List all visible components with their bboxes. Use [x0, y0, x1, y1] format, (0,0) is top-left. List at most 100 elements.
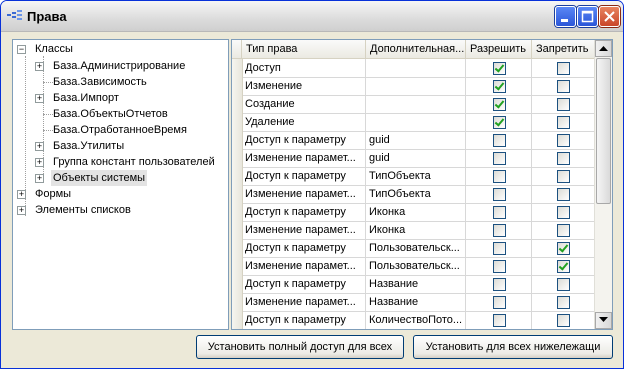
allow-checkbox[interactable]: [493, 206, 506, 219]
column-header-deny[interactable]: Запретить: [532, 40, 595, 58]
table-row[interactable]: Доступ к параметру Пользовательск...: [232, 239, 595, 258]
cell-extra-info: Название: [366, 293, 466, 311]
cell-deny: [532, 257, 595, 275]
tree-item-label: База.Зависимость: [53, 76, 147, 88]
table-row[interactable]: Доступ к параметру ТипОбъекта: [232, 167, 595, 186]
deny-checkbox[interactable]: [557, 170, 570, 183]
tree-item-label: База.Импорт: [53, 92, 119, 104]
cell-right-type: Изменение парамет...: [242, 257, 366, 275]
set-below-button[interactable]: Установить для всех нижележащи: [413, 335, 613, 359]
allow-checkbox[interactable]: [493, 260, 506, 273]
expand-icon[interactable]: +: [17, 206, 26, 215]
cell-allow: [466, 221, 532, 239]
cell-allow: [466, 59, 532, 77]
allow-checkbox[interactable]: [493, 134, 506, 147]
cell-allow: [466, 257, 532, 275]
deny-checkbox[interactable]: [557, 80, 570, 93]
allow-checkbox[interactable]: [493, 170, 506, 183]
expand-icon[interactable]: +: [35, 174, 44, 183]
expand-icon[interactable]: +: [35, 158, 44, 167]
scroll-up-button[interactable]: [595, 40, 612, 57]
allow-checkbox[interactable]: [493, 116, 506, 129]
deny-checkbox[interactable]: [557, 278, 570, 291]
allow-checkbox[interactable]: [493, 314, 506, 327]
scroll-thumb[interactable]: [596, 58, 611, 204]
cell-allow: [466, 239, 532, 257]
maximize-icon: [581, 10, 594, 23]
table-row[interactable]: Изменение: [232, 77, 595, 96]
cell-right-type: Доступ к параметру: [242, 131, 366, 149]
table-row[interactable]: Изменение парамет... Иконка: [232, 221, 595, 240]
table-row[interactable]: Изменение парамет... Пользовательск...: [232, 257, 595, 276]
tree-item-label: База.Администрирование: [53, 60, 186, 72]
table-row[interactable]: Доступ к параметру guid: [232, 131, 595, 150]
allow-checkbox[interactable]: [493, 278, 506, 291]
column-header-type[interactable]: Тип права: [242, 40, 366, 58]
tree-item-label: Объекты системы: [51, 170, 148, 186]
cell-deny: [532, 185, 595, 203]
deny-checkbox[interactable]: [557, 188, 570, 201]
deny-checkbox[interactable]: [557, 206, 570, 219]
table-row[interactable]: Создание: [232, 95, 595, 114]
allow-checkbox[interactable]: [493, 152, 506, 165]
scroll-down-button[interactable]: [595, 312, 612, 329]
expand-icon[interactable]: +: [35, 62, 44, 71]
minimize-button[interactable]: [555, 6, 576, 27]
allow-checkbox[interactable]: [493, 98, 506, 111]
table-row[interactable]: Доступ к параметру Название: [232, 275, 595, 294]
cell-extra-info: guid: [366, 149, 466, 167]
table-row[interactable]: Изменение парамет... Название: [232, 293, 595, 312]
rights-grid[interactable]: Тип права Дополнительная... Разрешить За…: [231, 39, 613, 330]
allow-checkbox[interactable]: [493, 188, 506, 201]
cell-extra-info: [366, 95, 466, 113]
cell-extra-info: guid: [366, 131, 466, 149]
cell-extra-info: КоличествоПото...: [366, 311, 466, 329]
deny-checkbox[interactable]: [557, 62, 570, 75]
collapse-icon[interactable]: −: [17, 45, 26, 54]
deny-checkbox[interactable]: [557, 134, 570, 147]
cell-right-type: Изменение парамет...: [242, 293, 366, 311]
cell-right-type: Доступ к параметру: [242, 203, 366, 221]
table-row[interactable]: Изменение парамет... ТипОбъекта: [232, 185, 595, 204]
expand-icon[interactable]: +: [17, 190, 26, 199]
table-row[interactable]: Изменение парамет... guid: [232, 149, 595, 168]
deny-checkbox[interactable]: [557, 224, 570, 237]
table-row[interactable]: Удаление: [232, 113, 595, 132]
deny-checkbox[interactable]: [557, 116, 570, 129]
deny-checkbox[interactable]: [557, 152, 570, 165]
title-bar[interactable]: Права: [1, 1, 623, 32]
cell-extra-info: [366, 59, 466, 77]
cell-allow: [466, 131, 532, 149]
allow-checkbox[interactable]: [493, 80, 506, 93]
expand-icon[interactable]: +: [35, 94, 44, 103]
class-tree[interactable]: − Классы + База.Администрирование База.З…: [12, 39, 229, 330]
table-row[interactable]: Доступ к параметру КоличествоПото...: [232, 311, 595, 329]
cell-extra-info: ТипОбъекта: [366, 185, 466, 203]
minimize-icon: [561, 19, 568, 22]
allow-checkbox[interactable]: [493, 224, 506, 237]
deny-checkbox[interactable]: [557, 98, 570, 111]
deny-checkbox[interactable]: [557, 314, 570, 327]
maximize-button[interactable]: [577, 6, 598, 27]
table-row[interactable]: Доступ: [232, 59, 595, 78]
tree-item-label: База.ОбъектыОтчетов: [53, 108, 168, 120]
allow-checkbox[interactable]: [493, 296, 506, 309]
vertical-scrollbar[interactable]: [594, 40, 612, 329]
close-button[interactable]: [599, 6, 620, 27]
cell-right-type: Изменение парамет...: [242, 221, 366, 239]
column-header-allow[interactable]: Разрешить: [466, 40, 532, 58]
table-row[interactable]: Доступ к параметру Иконка: [232, 203, 595, 222]
allow-checkbox[interactable]: [493, 242, 506, 255]
allow-checkbox[interactable]: [493, 62, 506, 75]
expand-icon[interactable]: +: [35, 142, 44, 151]
tree-line: [43, 114, 53, 115]
deny-checkbox[interactable]: [557, 242, 570, 255]
cell-deny: [532, 293, 595, 311]
cell-right-type: Создание: [242, 95, 366, 113]
deny-checkbox[interactable]: [557, 296, 570, 309]
deny-checkbox[interactable]: [557, 260, 570, 273]
full-access-button[interactable]: Установить полный доступ для всех: [196, 335, 404, 359]
rights-window: Права − Классы + База.Администрирование …: [0, 0, 624, 369]
column-header-extra[interactable]: Дополнительная...: [366, 40, 466, 58]
cell-deny: [532, 275, 595, 293]
